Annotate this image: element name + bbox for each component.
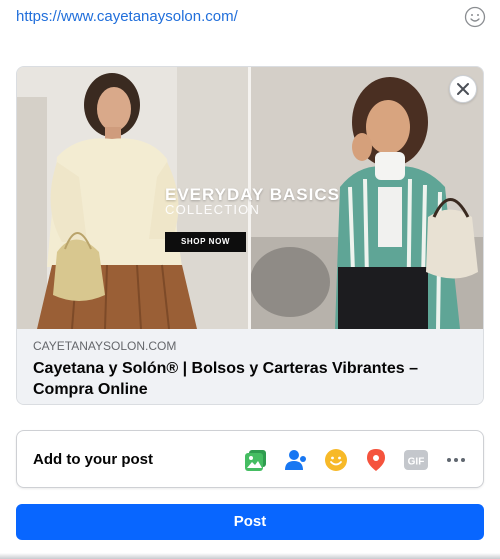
shop-now-banner: SHOP NOW [165, 232, 246, 252]
hero-subheadline: COLLECTION [165, 202, 261, 217]
link-title: Cayetana y Solón® | Bolsos y Carteras Vi… [33, 360, 419, 398]
link-preview-meta: CAYETANAYSOLON.COM Cayetana y Solón® | B… [17, 329, 483, 404]
gif-button[interactable]: GIF [403, 447, 429, 473]
smiley-icon [325, 449, 347, 471]
close-icon [457, 83, 469, 95]
feeling-activity-button[interactable] [323, 447, 349, 473]
more-dots-icon [447, 458, 465, 462]
location-pin-icon [367, 449, 385, 471]
remove-preview-button[interactable] [449, 75, 477, 103]
post-button[interactable]: Post [16, 504, 484, 540]
tag-people-icon [285, 450, 306, 470]
gif-icon: GIF [404, 450, 428, 470]
check-in-button[interactable] [363, 447, 389, 473]
add-to-post-bar: Add to your post GIF [16, 430, 484, 488]
post-text-url[interactable]: https://www.cayetanaysolon.com/ [16, 8, 238, 25]
smiley-outline-icon [464, 6, 486, 28]
photo-video-button[interactable] [243, 447, 269, 473]
link-preview-card[interactable]: EVERYDAY BASICS COLLECTION SHOP NOW CAYE… [16, 66, 484, 405]
emoji-picker-button[interactable] [464, 6, 486, 28]
tag-people-button[interactable] [283, 447, 309, 473]
composer-text-area[interactable]: https://www.cayetanaysolon.com/ [16, 6, 486, 30]
add-to-post-label: Add to your post [33, 451, 153, 468]
dialog-bottom-edge [0, 553, 500, 559]
more-options-button[interactable] [443, 447, 469, 473]
link-preview-image: EVERYDAY BASICS COLLECTION SHOP NOW [17, 67, 483, 329]
svg-text:GIF: GIF [408, 457, 425, 468]
link-domain: CAYETANAYSOLON.COM [33, 339, 177, 353]
photo-icon [245, 450, 266, 471]
